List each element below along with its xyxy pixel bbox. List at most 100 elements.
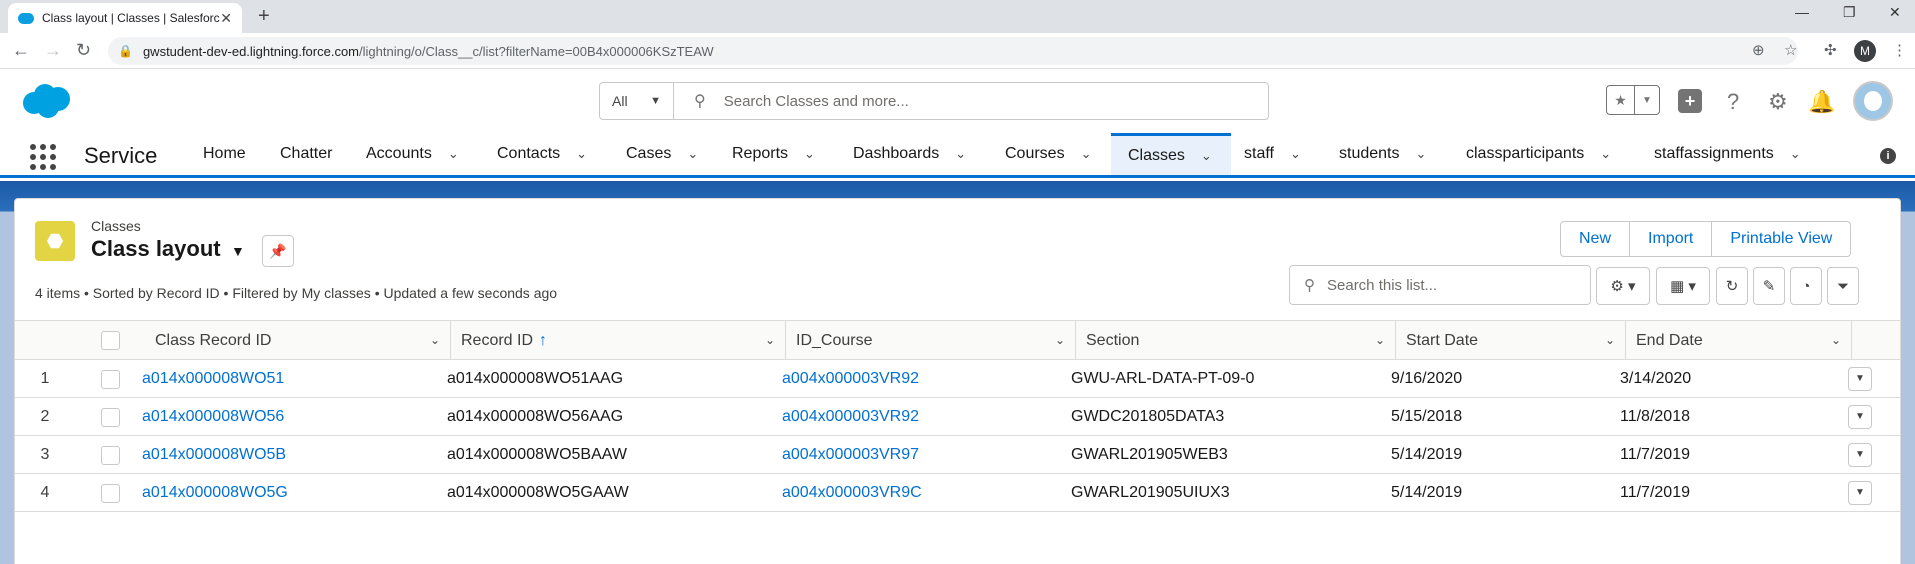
list-search-input[interactable]: ⚲ Search this list...	[1289, 265, 1591, 305]
chevron-down-icon[interactable]: ⌄	[448, 146, 459, 162]
chevron-down-icon[interactable]: ⌄	[955, 146, 966, 162]
close-tab-icon[interactable]: ✕	[220, 10, 232, 27]
class-record-id-link[interactable]: a014x000008WO51	[142, 360, 284, 398]
refresh-icon[interactable]: ↻	[1716, 267, 1748, 305]
chevron-down-icon[interactable]: ▼	[1635, 86, 1659, 114]
list-view-picker-caret-icon[interactable]: ▼	[231, 243, 245, 259]
setup-gear-icon[interactable]: ⚙	[1768, 89, 1788, 115]
end-date-cell: 11/7/2019	[1620, 446, 1690, 463]
display-as-table-icon[interactable]: ▦ ▾	[1656, 267, 1710, 305]
row-checkbox[interactable]	[101, 446, 120, 465]
nav-item-courses[interactable]: Courses ⌄	[995, 133, 1101, 175]
list-view-title[interactable]: Class layout	[91, 236, 221, 262]
printable-view-button[interactable]: Printable View	[1711, 222, 1850, 256]
id-course-link[interactable]: a004x000003VR97	[782, 436, 919, 474]
chevron-down-icon[interactable]: ⌄	[1290, 146, 1301, 162]
chevron-down-icon: ▼	[650, 95, 661, 107]
pin-icon[interactable]: 📌	[262, 235, 294, 267]
nav-item-classes[interactable]: Classes ⌄	[1111, 133, 1231, 175]
list-view-controls-gear-icon[interactable]: ⚙ ▾	[1596, 267, 1650, 305]
favorites-button[interactable]: ★ ▼	[1606, 85, 1660, 115]
chevron-down-icon[interactable]: ⌄	[1201, 148, 1212, 164]
extensions-icon[interactable]: ✣	[1824, 41, 1837, 59]
zoom-icon[interactable]: ⊕	[1752, 41, 1765, 59]
nav-item-staffassignments[interactable]: staffassignments ⌄	[1644, 133, 1811, 175]
id-course-link[interactable]: a004x000003VR92	[782, 398, 919, 436]
chevron-down-icon[interactable]: ⌄	[1375, 333, 1385, 347]
chevron-down-icon[interactable]: ⌄	[1415, 146, 1426, 162]
bookmark-star-icon[interactable]: ☆	[1784, 41, 1797, 59]
lock-icon: 🔒	[118, 44, 133, 58]
salesforce-logo-icon[interactable]	[20, 83, 72, 119]
nav-item-students[interactable]: students ⌄	[1329, 133, 1436, 175]
nav-item-classparticipants[interactable]: classparticipants ⌄	[1456, 133, 1621, 175]
global-actions-add-icon[interactable]: +	[1678, 89, 1702, 113]
global-search-input[interactable]: ⚲ Search Classes and more...	[674, 83, 1268, 119]
chevron-down-icon[interactable]: ⌄	[687, 146, 698, 162]
close-window-icon[interactable]: ✕	[1889, 4, 1901, 21]
row-actions-chevron-down-icon[interactable]: ▼	[1848, 405, 1872, 429]
app-launcher-icon[interactable]	[30, 144, 56, 170]
nav-item-cases[interactable]: Cases ⌄	[616, 133, 708, 175]
nav-item-dashboards[interactable]: Dashboards ⌄	[843, 133, 976, 175]
chevron-down-icon[interactable]: ⌄	[1831, 333, 1841, 347]
notifications-bell-icon[interactable]: 🔔	[1808, 89, 1835, 115]
nav-item-staff[interactable]: staff ⌄	[1234, 133, 1311, 175]
nav-item-chatter[interactable]: Chatter	[270, 133, 342, 175]
row-checkbox[interactable]	[101, 370, 120, 389]
row-actions-chevron-down-icon[interactable]: ▼	[1848, 367, 1872, 391]
import-button[interactable]: Import	[1629, 222, 1711, 256]
id-course-link[interactable]: a004x000003VR92	[782, 360, 919, 398]
user-avatar[interactable]	[1853, 81, 1893, 121]
chevron-down-icon[interactable]: ⌄	[576, 146, 587, 162]
reload-icon[interactable]: ↻	[76, 40, 91, 61]
star-icon[interactable]: ★	[1607, 86, 1635, 114]
row-checkbox[interactable]	[101, 408, 120, 427]
class-record-id-link[interactable]: a014x000008WO56	[142, 398, 284, 436]
chevron-down-icon[interactable]: ⌄	[1790, 146, 1801, 162]
row-actions-chevron-down-icon[interactable]: ▼	[1848, 443, 1872, 467]
charts-icon[interactable]: ◔	[1790, 267, 1822, 305]
row-actions-chevron-down-icon[interactable]: ▼	[1848, 481, 1872, 505]
column-header-record-id[interactable]: Record ID ↑ ⌄	[451, 321, 786, 360]
column-header-section[interactable]: Section ⌄	[1076, 321, 1396, 360]
id-course-link[interactable]: a004x000003VR9C	[782, 474, 922, 512]
minimize-icon[interactable]: —	[1795, 4, 1809, 20]
restore-icon[interactable]: ❐	[1843, 4, 1856, 21]
nav-item-label: students	[1339, 145, 1400, 162]
forward-icon[interactable]: →	[44, 40, 62, 61]
column-header-id-course[interactable]: ID_Course ⌄	[786, 321, 1076, 360]
nav-item-home[interactable]: Home	[193, 133, 256, 175]
address-bar[interactable]: 🔒 gwstudent-dev-ed.lightning.force.com/l…	[108, 37, 1798, 65]
column-label: ID_Course	[796, 331, 873, 349]
column-header-start-date[interactable]: Start Date ⌄	[1396, 321, 1626, 360]
help-icon[interactable]: ?	[1727, 89, 1739, 115]
filter-icon[interactable]: ⏷	[1827, 267, 1859, 305]
back-icon[interactable]: ←	[12, 40, 30, 61]
class-record-id-link[interactable]: a014x000008WO5G	[142, 474, 288, 512]
chevron-down-icon[interactable]: ⌄	[1605, 333, 1615, 347]
nav-item-accounts[interactable]: Accounts ⌄	[356, 133, 469, 175]
nav-item-reports[interactable]: Reports ⌄	[722, 133, 825, 175]
row-checkbox[interactable]	[101, 484, 120, 503]
chrome-menu-icon[interactable]: ⋮	[1892, 41, 1907, 59]
chevron-down-icon[interactable]: ⌄	[1081, 146, 1092, 162]
chevron-down-icon[interactable]: ⌄	[430, 333, 440, 347]
chevron-down-icon[interactable]: ⌄	[765, 333, 775, 347]
info-icon[interactable]: i	[1880, 148, 1896, 164]
search-icon: ⚲	[1304, 277, 1315, 294]
column-header-end-date[interactable]: End Date ⌄	[1626, 321, 1852, 360]
chevron-down-icon[interactable]: ⌄	[1600, 146, 1611, 162]
profile-avatar[interactable]: M	[1854, 40, 1876, 62]
chevron-down-icon[interactable]: ⌄	[804, 146, 815, 162]
class-record-id-link[interactable]: a014x000008WO5B	[142, 436, 286, 474]
new-tab-icon[interactable]: +	[258, 5, 270, 28]
browser-tab[interactable]: Class layout | Classes | Salesforce ✕	[8, 3, 242, 33]
chevron-down-icon[interactable]: ⌄	[1055, 333, 1065, 347]
new-button[interactable]: New	[1561, 222, 1629, 256]
edit-pencil-icon[interactable]: ✎	[1753, 267, 1785, 305]
column-header-class-record-id[interactable]: Class Record ID ⌄	[145, 321, 451, 360]
select-all-checkbox[interactable]	[101, 331, 120, 350]
search-scope-select[interactable]: All ▼	[600, 83, 674, 119]
nav-item-contacts[interactable]: Contacts ⌄	[487, 133, 597, 175]
